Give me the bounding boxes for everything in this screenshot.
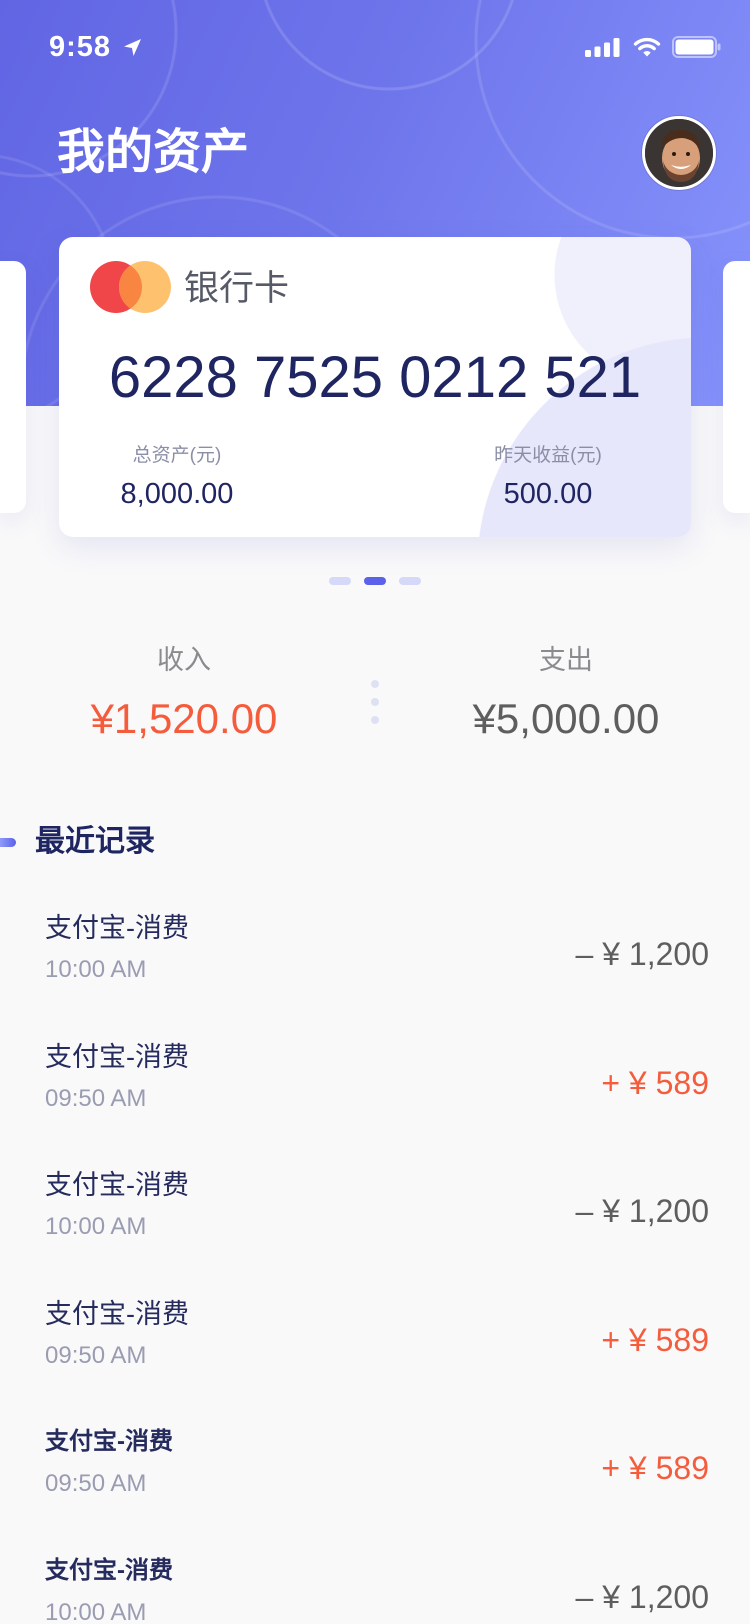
record-row[interactable]: 支付宝-消费 10:00 AM – ¥ 1,200 bbox=[0, 888, 750, 1017]
card-type-label: 银行卡 bbox=[184, 269, 290, 308]
record-time: 10:00 AM bbox=[45, 1213, 147, 1240]
yesterday-earnings-stat: 昨天收益(元) 500.00 bbox=[448, 444, 648, 511]
avatar-image bbox=[645, 119, 713, 187]
record-row[interactable]: 支付宝-消费 09:50 AM + ¥ 589 bbox=[0, 1274, 750, 1403]
record-row[interactable]: 支付宝-消费 10:00 AM – ¥ 1,200 bbox=[0, 1145, 750, 1274]
carousel-dot bbox=[399, 577, 421, 585]
record-title: 支付宝-消费 bbox=[45, 1428, 173, 1455]
record-time: 10:00 AM bbox=[45, 1598, 147, 1624]
record-title: 支付宝-消费 bbox=[45, 1170, 189, 1200]
yesterday-earnings-value: 500.00 bbox=[503, 478, 593, 510]
carousel-dot bbox=[329, 577, 351, 585]
record-amount: + ¥ 589 bbox=[601, 1450, 709, 1486]
carousel-dot-active bbox=[364, 577, 386, 585]
record-row[interactable]: 支付宝-消费 09:50 AM + ¥ 589 bbox=[0, 1017, 750, 1146]
bank-card[interactable]: 银行卡 6228 7525 0212 521 总资产(元) 8,000.00 昨… bbox=[59, 237, 691, 537]
record-amount: + ¥ 589 bbox=[601, 1064, 709, 1101]
page-title: 我的资产 bbox=[57, 126, 250, 179]
income-label: 收入 bbox=[157, 645, 211, 675]
avatar[interactable] bbox=[642, 116, 716, 190]
expense-value: ¥5,000.00 bbox=[472, 695, 660, 742]
card-number: 6228 7525 0212 521 bbox=[108, 345, 642, 410]
record-time: 09:50 AM bbox=[45, 1084, 147, 1112]
record-amount: + ¥ 589 bbox=[601, 1321, 709, 1358]
total-assets-stat: 总资产(元) 8,000.00 bbox=[77, 444, 277, 511]
mastercard-logo bbox=[90, 261, 174, 313]
record-time: 10:00 AM bbox=[45, 956, 147, 983]
divider-dot bbox=[371, 698, 379, 706]
record-title: 支付宝-消费 bbox=[45, 1041, 189, 1072]
recent-records-title: 最近记录 bbox=[35, 825, 155, 858]
status-time: 9:58 bbox=[49, 31, 112, 63]
wifi-icon bbox=[633, 36, 661, 57]
income-summary: 收入 ¥1,520.00 bbox=[74, 644, 294, 743]
divider-dot bbox=[371, 680, 379, 688]
record-time: 09:50 AM bbox=[45, 1470, 147, 1497]
battery-icon bbox=[672, 36, 721, 58]
my-assets-screen: 9:58 我的资产 银行卡 6228 7525 0212 521 总资产(元) … bbox=[0, 0, 750, 1624]
record-amount: – ¥ 1,200 bbox=[575, 1578, 709, 1615]
records-list: 支付宝-消费 10:00 AM – ¥ 1,200 支付宝-消费 09:50 A… bbox=[0, 888, 750, 1624]
record-title: 支付宝-消费 bbox=[45, 1298, 189, 1329]
expense-label: 支出 bbox=[539, 645, 593, 675]
record-row[interactable]: 支付宝-消费 09:50 AM + ¥ 589 bbox=[0, 1402, 750, 1531]
total-assets-label: 总资产(元) bbox=[132, 445, 222, 466]
section-accent-bar bbox=[0, 838, 16, 847]
summary-divider bbox=[371, 680, 379, 724]
record-title: 支付宝-消费 bbox=[45, 1556, 173, 1584]
total-assets-value: 8,000.00 bbox=[120, 478, 234, 510]
expense-summary: 支出 ¥5,000.00 bbox=[456, 644, 676, 743]
carousel-pagination bbox=[329, 577, 421, 585]
record-title: 支付宝-消费 bbox=[45, 913, 189, 943]
record-row[interactable]: 支付宝-消费 10:00 AM – ¥ 1,200 bbox=[0, 1531, 750, 1624]
record-amount: – ¥ 1,200 bbox=[575, 1193, 709, 1229]
previous-card-peek[interactable] bbox=[0, 261, 26, 513]
record-time: 09:50 AM bbox=[45, 1341, 147, 1369]
location-arrow-icon bbox=[122, 37, 143, 58]
yesterday-earnings-label: 昨天收益(元) bbox=[494, 445, 602, 466]
divider-dot bbox=[371, 716, 379, 724]
record-amount: – ¥ 1,200 bbox=[575, 936, 709, 972]
cellular-signal-icon bbox=[585, 36, 621, 58]
income-value: ¥1,520.00 bbox=[90, 695, 278, 742]
next-card-peek[interactable] bbox=[723, 261, 750, 513]
